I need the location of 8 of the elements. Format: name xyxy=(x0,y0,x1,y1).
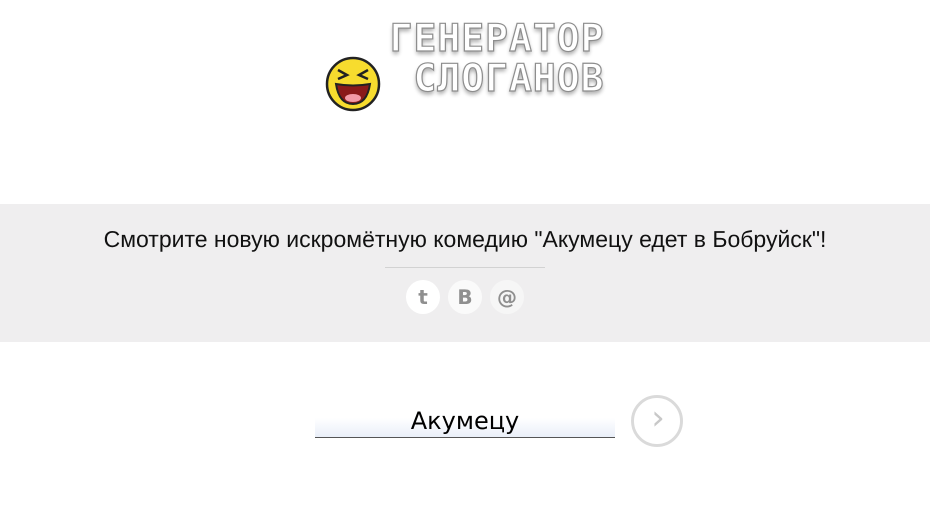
vk-share-button[interactable]: В xyxy=(448,280,482,314)
twitter-share-button[interactable]: t xyxy=(406,280,440,314)
email-share-button[interactable]: @ xyxy=(490,280,524,314)
laughing-face-icon xyxy=(325,56,382,112)
submit-button[interactable]: › xyxy=(631,395,683,447)
slogan-text: Смотрите новую искромётную комедию "Акумецу едет в Бобруйск"! xyxy=(104,226,826,253)
logo-text: СЛОГАНОВ xyxy=(413,58,605,98)
logo-text: ГЕНЕРАТОР xyxy=(390,18,605,58)
